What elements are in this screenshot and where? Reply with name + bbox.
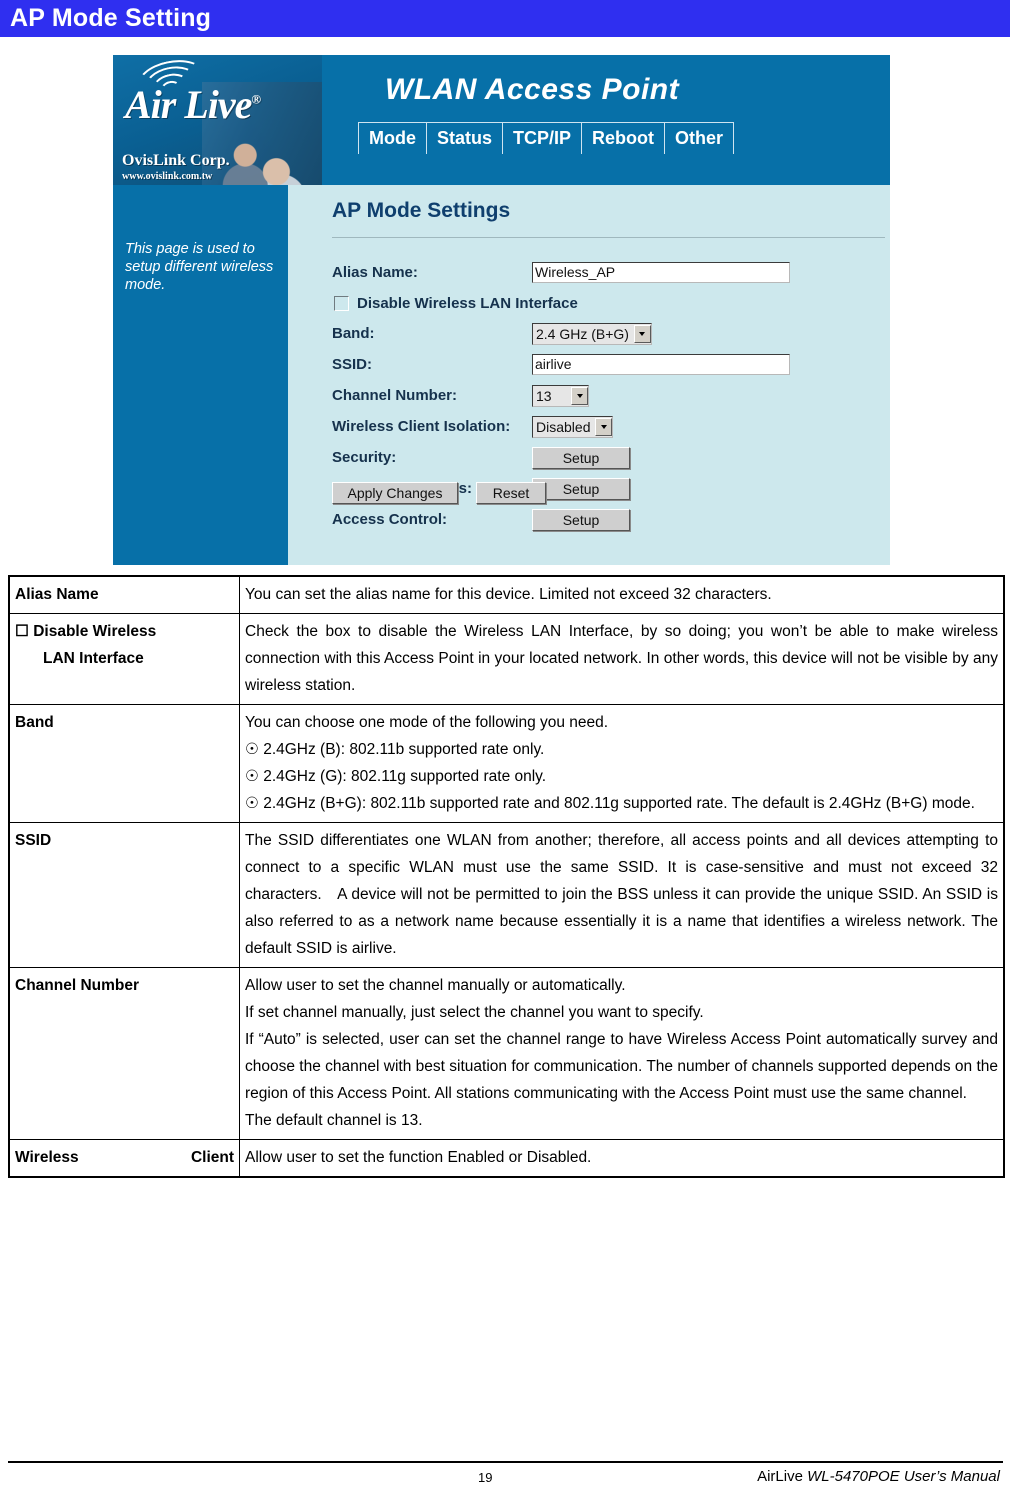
panel-heading: AP Mode Settings — [332, 199, 511, 222]
field-row-band: Band: 2.4 GHz (B+G) — [332, 318, 890, 349]
row-label-channel-number: Channel Number — [9, 967, 240, 1140]
table-row: ☐ Disable Wireless LAN Interface Check t… — [9, 613, 1004, 705]
row-label-band: Band — [9, 704, 240, 823]
footer-divider — [8, 1461, 1003, 1463]
manual-brand: AirLive — [757, 1468, 808, 1485]
page-banner: AP Mode Setting — [0, 0, 1010, 37]
airlive-logo: Air Live® OvisLink Corp. www.ovislink.co… — [113, 55, 322, 200]
tab-mode[interactable]: Mode — [358, 123, 427, 154]
checkbox-glyph-icon: ☐ — [15, 623, 29, 640]
field-row-alias-name: Alias Name: Wireless_AP — [332, 257, 890, 288]
tab-tcpip[interactable]: TCP/IP — [503, 123, 583, 154]
sidebar-panel: This page is used to setup different wir… — [113, 185, 288, 565]
table-row: Band You can choose one mode of the foll… — [9, 704, 1004, 823]
row-desc-band: You can choose one mode of the following… — [239, 704, 1004, 823]
row-desc-alias-name: You can set the alias name for this devi… — [239, 576, 1004, 614]
manual-title: WL-5470POE User’s Manual — [807, 1468, 1000, 1485]
row-label-left: Wireless — [15, 1149, 79, 1166]
field-row-channel-number: Channel Number: 13 — [332, 380, 890, 411]
panel-divider — [332, 237, 885, 238]
product-title: WLAN Access Point — [385, 73, 680, 106]
ssid-input[interactable]: airlive — [532, 354, 790, 375]
chevron-down-icon — [595, 417, 613, 436]
band-select[interactable]: 2.4 GHz (B+G) — [532, 322, 652, 345]
tab-status[interactable]: Status — [427, 123, 504, 154]
field-row-access-control: Access Control: Setup — [332, 504, 890, 535]
tab-reboot[interactable]: Reboot — [582, 123, 666, 154]
client-isolation-select[interactable]: Disabled — [532, 415, 614, 438]
security-label: Security: — [332, 449, 397, 466]
band-desc-line-1: You can choose one mode of the following… — [245, 714, 609, 731]
row-desc-ssid: The SSID differentiates one WLAN from an… — [239, 822, 1004, 968]
channel-desc-line-1: Allow user to set the channel manually o… — [245, 977, 626, 994]
brand-name: Air Live® — [125, 81, 261, 128]
security-setup-button[interactable]: Setup — [532, 446, 630, 469]
ssid-label: SSID: — [332, 356, 373, 373]
row-label-disable-wlan: ☐ Disable Wireless LAN Interface — [9, 613, 240, 705]
page-number: 19 — [478, 1470, 493, 1485]
router-body: This page is used to setup different wir… — [113, 185, 890, 565]
channel-number-value: 13 — [536, 387, 552, 404]
field-row-ssid: SSID: airlive — [332, 349, 890, 380]
chevron-down-icon — [571, 386, 588, 405]
row-label-alias-name: Alias Name — [9, 576, 240, 614]
channel-desc-line-4: The default channel is 13. — [245, 1112, 423, 1129]
table-row: Channel Number Allow user to set the cha… — [9, 967, 1004, 1140]
access-control-setup-button[interactable]: Setup — [532, 508, 630, 531]
disable-wlan-checkbox[interactable] — [334, 295, 349, 311]
band-desc-line-2: ☉ 2.4GHz (B): 802.11b supported rate onl… — [245, 741, 545, 758]
brand-text: Air Live — [125, 82, 252, 127]
settings-description-table: Alias Name You can set the alias name fo… — [8, 575, 1005, 1178]
row-label-ssid: SSID — [9, 822, 240, 968]
channel-desc-line-3: If “Auto” is selected, user can set the … — [245, 1031, 998, 1102]
table-row: Alias Name You can set the alias name fo… — [9, 576, 1004, 614]
band-desc-line-4: ☉ 2.4GHz (B+G): 802.11b supported rate a… — [245, 795, 975, 812]
tab-other[interactable]: Other — [665, 123, 735, 154]
advanced-settings-setup-button[interactable]: Setup — [532, 477, 630, 500]
company-url: www.ovislink.com.tw — [122, 171, 213, 182]
sidebar-help-text: This page is used to setup different wir… — [125, 241, 274, 293]
chevron-down-icon — [633, 324, 651, 343]
row-desc-channel-number: Allow user to set the channel manually o… — [239, 967, 1004, 1140]
channel-number-label: Channel Number: — [332, 387, 458, 404]
company-name: OvisLink Corp. — [122, 152, 230, 169]
alias-name-input[interactable]: Wireless_AP — [532, 262, 790, 283]
table-row: SSID The SSID differentiates one WLAN fr… — [9, 822, 1004, 968]
registered-mark-icon: ® — [251, 91, 261, 107]
channel-desc-line-2: If set channel manually, just select the… — [245, 1004, 704, 1021]
row-desc-wireless-client: Allow user to set the function Enabled o… — [239, 1139, 1004, 1177]
client-isolation-value: Disabled — [536, 418, 591, 435]
manual-reference: AirLive WL-5470POE User’s Manual — [757, 1468, 1000, 1485]
field-row-disable-wlan: Disable Wireless LAN Interface — [332, 288, 890, 318]
row-label-right: Client — [190, 1149, 234, 1166]
form-actions: Apply Changes Reset — [332, 482, 546, 504]
router-header: Air Live® OvisLink Corp. www.ovislink.co… — [113, 55, 890, 200]
alias-name-label: Alias Name: — [332, 264, 418, 281]
row-desc-disable-wlan: Check the box to disable the Wireless LA… — [239, 613, 1004, 705]
field-row-security: Security: Setup — [332, 442, 890, 473]
navigation-tabs: Mode Status TCP/IP Reboot Other — [358, 122, 735, 154]
field-row-client-isolation: Wireless Client Isolation: Disabled — [332, 411, 890, 442]
page-title: AP Mode Setting — [10, 4, 212, 32]
client-isolation-label: Wireless Client Isolation: — [332, 418, 511, 435]
reset-button[interactable]: Reset — [476, 482, 546, 504]
access-control-label: Access Control: — [332, 511, 448, 528]
band-value: 2.4 GHz (B+G) — [536, 325, 629, 342]
row-label-line1: Disable Wireless — [33, 623, 157, 640]
apply-changes-button[interactable]: Apply Changes — [332, 482, 458, 504]
band-label: Band: — [332, 325, 375, 342]
disable-wlan-label: Disable Wireless LAN Interface — [357, 294, 578, 312]
table-row: Wireless Client Allow user to set the fu… — [9, 1139, 1004, 1177]
row-label-line2: LAN Interface — [43, 650, 144, 667]
router-ui-screenshot: Air Live® OvisLink Corp. www.ovislink.co… — [113, 55, 890, 565]
row-label-wireless-client: Wireless Client — [9, 1139, 240, 1177]
channel-number-select[interactable]: 13 — [532, 384, 589, 407]
band-desc-line-3: ☉ 2.4GHz (G): 802.11g supported rate onl… — [245, 768, 547, 785]
